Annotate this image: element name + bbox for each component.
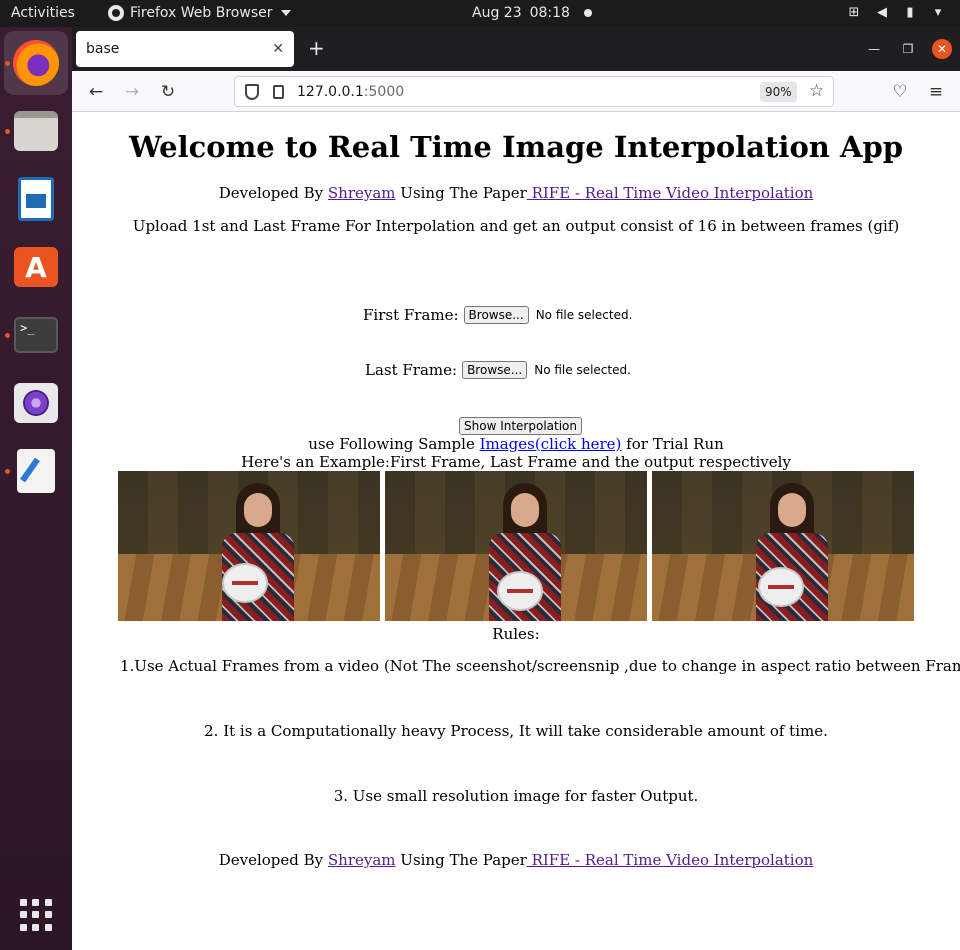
tab-base[interactable]: base ✕ — [76, 31, 294, 67]
url-port: :5000 — [363, 84, 405, 100]
maximize-icon[interactable]: ❐ — [898, 39, 918, 59]
first-frame-field: First Frame: Browse... No file selected. — [363, 306, 632, 324]
page-content: Welcome to Real Time Image Interpolation… — [72, 112, 960, 950]
files-icon — [14, 111, 58, 151]
dock-cheese[interactable] — [4, 371, 68, 435]
camera-icon — [14, 383, 58, 423]
tab-title: base — [86, 41, 120, 57]
dock-writer[interactable] — [4, 167, 68, 231]
battery-icon: ▮ — [906, 5, 914, 20]
new-tab-icon[interactable]: + — [308, 37, 325, 59]
dock-software[interactable]: A — [4, 235, 68, 299]
show-interpolation-button[interactable]: Show Interpolation — [459, 417, 582, 435]
power-menu-caret-icon: ▾ — [934, 5, 942, 20]
example-first-frame-image — [118, 471, 380, 621]
dock-firefox[interactable] — [4, 31, 68, 95]
running-indicator — [5, 61, 10, 66]
clock-time: 08:18 — [529, 5, 570, 21]
example-caption: Here's an Example:First Frame, Last Fram… — [241, 453, 791, 471]
footer-credit-middle: Using The Paper — [395, 851, 527, 869]
running-indicator — [5, 333, 10, 338]
footer-credit-prefix: Developed By — [218, 851, 328, 869]
example-output-image — [652, 471, 914, 621]
url-host: 127.0.0.1 — [297, 84, 364, 100]
app-store-icon: A — [14, 247, 58, 287]
subtitle: Upload 1st and Last Frame For Interpolat… — [132, 217, 900, 235]
forward-icon[interactable]: → — [121, 81, 143, 103]
activities-button[interactable]: Activities — [11, 5, 75, 21]
clock-date: Aug 23 — [472, 5, 522, 21]
zoom-level[interactable]: 90% — [760, 82, 797, 102]
dock-terminal[interactable]: >_ — [4, 303, 68, 367]
rule-1: 1.Use Actual Frames from a video (Not Th… — [120, 657, 960, 675]
pocket-icon[interactable]: ♡ — [889, 81, 911, 103]
page-info-icon[interactable] — [273, 85, 284, 99]
caret-down-icon — [280, 10, 291, 16]
app-menu[interactable]: Firefox Web Browser — [108, 5, 291, 21]
firefox-icon — [108, 5, 124, 21]
reload-icon[interactable]: ↻ — [157, 81, 179, 103]
example-last-frame-image — [385, 471, 647, 621]
notification-dot-icon — [583, 9, 592, 17]
last-frame-browse-button[interactable]: Browse... — [462, 361, 528, 379]
paper-link[interactable]: RIFE - Real Time Video Interpolation — [527, 184, 814, 202]
app-menu-label: Firefox Web Browser — [130, 5, 273, 21]
first-frame-status: No file selected. — [535, 308, 633, 322]
credit-middle: Using The Paper — [395, 184, 527, 202]
sample-images-link[interactable]: Images(click here) — [480, 435, 622, 453]
tab-close-icon[interactable]: ✕ — [272, 41, 284, 57]
text-editor-icon — [17, 449, 55, 493]
back-icon[interactable]: ← — [85, 81, 107, 103]
clock[interactable]: Aug 23 08:18 — [472, 5, 592, 21]
nav-bar: ← → ↻ 127.0.0.1:5000 90% ☆ ♡ ≡ — [72, 71, 960, 112]
sample-prefix: use Following Sample — [308, 435, 480, 453]
running-indicator — [5, 129, 10, 134]
credit-line: Developed By Shreyam Using The Paper RIF… — [72, 184, 960, 202]
network-icon: ⊞ — [848, 5, 860, 20]
dock-files[interactable] — [4, 99, 68, 163]
dock-text-editor[interactable] — [4, 439, 68, 503]
volume-icon: ◀ — [877, 5, 887, 20]
footer-credit-line: Developed By Shreyam Using The Paper RIF… — [72, 851, 960, 869]
first-frame-label: First Frame: — [363, 306, 459, 324]
last-frame-label: Last Frame: — [365, 361, 458, 379]
show-applications-icon[interactable] — [20, 899, 52, 931]
running-indicator — [5, 469, 10, 474]
dock: A >_ — [0, 27, 72, 950]
system-tray[interactable]: ⊞ ◀ ▮ ▾ — [846, 5, 946, 21]
rule-3: 3. Use small resolution image for faster… — [333, 787, 699, 805]
system-top-bar: Activities Firefox Web Browser Aug 23 08… — [0, 0, 960, 27]
window-close-icon[interactable]: ✕ — [932, 39, 952, 59]
rules-heading: Rules: — [492, 625, 540, 643]
footer-author-link[interactable]: Shreyam — [328, 851, 396, 869]
sample-suffix: for Trial Run — [621, 435, 724, 453]
url-text[interactable]: 127.0.0.1:5000 — [297, 84, 404, 100]
terminal-icon: >_ — [14, 317, 58, 353]
last-frame-field: Last Frame: Browse... No file selected. — [365, 361, 631, 379]
first-frame-browse-button[interactable]: Browse... — [463, 306, 529, 324]
url-bar[interactable]: 127.0.0.1:5000 90% ☆ — [234, 76, 834, 107]
sample-line: use Following Sample Images(click here) … — [72, 435, 960, 453]
firefox-icon — [13, 40, 59, 86]
page-title: Welcome to Real Time Image Interpolation… — [128, 130, 904, 164]
author-link[interactable]: Shreyam — [328, 184, 396, 202]
tab-strip: base ✕ + — ❐ ✕ — [72, 27, 960, 71]
credit-prefix: Developed By — [218, 184, 328, 202]
tracking-protection-icon[interactable] — [245, 84, 259, 100]
rule-2: 2. It is a Computationally heavy Process… — [204, 722, 828, 740]
menu-icon[interactable]: ≡ — [925, 81, 947, 103]
bookmark-star-icon[interactable]: ☆ — [809, 81, 824, 101]
minimize-icon[interactable]: — — [864, 39, 884, 59]
writer-icon — [18, 177, 54, 221]
last-frame-status: No file selected. — [534, 363, 631, 377]
example-gallery — [118, 471, 914, 621]
footer-paper-link[interactable]: RIFE - Real Time Video Interpolation — [527, 851, 814, 869]
